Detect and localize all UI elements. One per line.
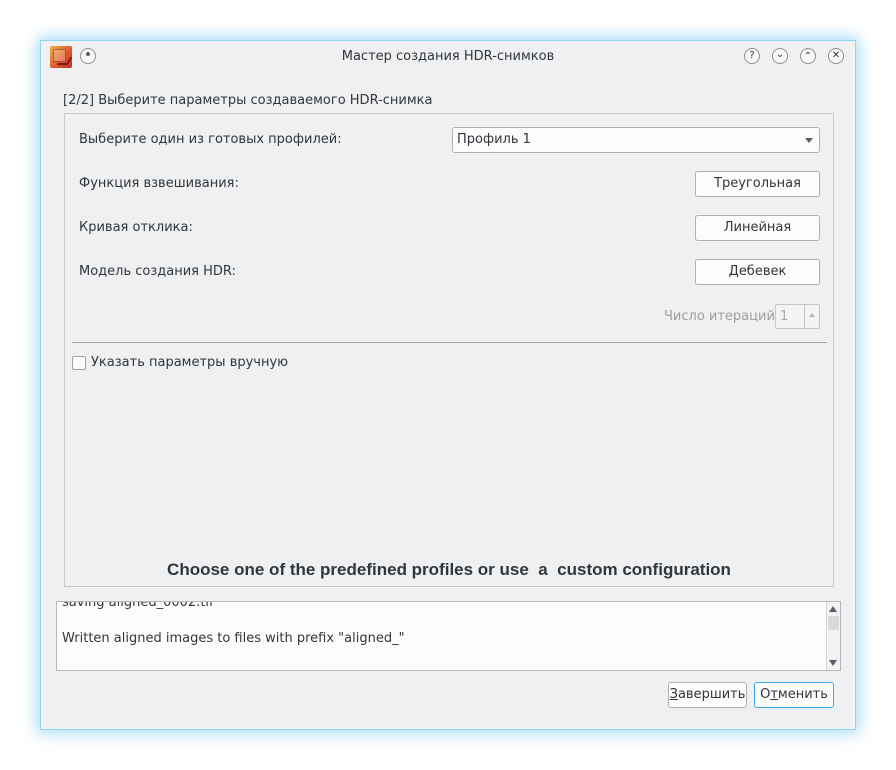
help-icon[interactable]: ?	[744, 48, 760, 64]
hdr-model-button[interactable]: Дебевек	[695, 259, 820, 285]
iterations-spinbox[interactable]: 1	[775, 304, 820, 329]
custom-config-label[interactable]: Указать параметры вручную	[91, 355, 288, 370]
profile-selected: Профиль 1	[457, 132, 531, 147]
settings-group: Выберите один из готовых профилей: Профи…	[64, 113, 834, 587]
cancel-mnemonic: т	[770, 687, 778, 702]
finish-button[interactable]: Завершить	[668, 682, 747, 708]
titlebar: Мастер создания HDR-снимков ? ⌄ ⌃ ✕	[41, 41, 855, 73]
chevron-down-icon	[805, 138, 813, 143]
log-output[interactable]: saving aligned_0002.tif Written aligned …	[56, 601, 841, 671]
profile-hint: Choose one of the predefined profiles or…	[167, 560, 731, 579]
close-icon[interactable]: ✕	[828, 48, 844, 64]
spin-up-icon[interactable]	[804, 305, 819, 328]
cancel-button[interactable]: Отменить	[754, 682, 834, 708]
separator	[72, 342, 827, 343]
log-scrollbar[interactable]	[826, 602, 840, 670]
log-line: saving aligned_0002.tif	[62, 601, 214, 610]
iterations-value: 1	[780, 309, 789, 324]
cancel-label-start: О	[760, 687, 771, 702]
maximize-icon[interactable]: ⌃	[800, 48, 816, 64]
finish-label: авершить	[677, 687, 746, 702]
window-title: Мастер создания HDR-снимков	[341, 49, 555, 64]
hdr-model-label: Модель создания HDR:	[79, 264, 236, 279]
minimize-icon[interactable]: ⌄	[772, 48, 788, 64]
response-curve-button[interactable]: Линейная	[695, 215, 820, 241]
log-line: Written aligned images to files with pre…	[62, 631, 405, 646]
hdr-wizard-window: Мастер создания HDR-снимков ? ⌄ ⌃ ✕ [2/2…	[40, 40, 856, 730]
scroll-down-icon[interactable]	[829, 660, 837, 666]
iterations-label: Число итераций:	[664, 309, 780, 324]
response-curve-label: Кривая отклика:	[79, 220, 193, 235]
profile-label: Выберите один из готовых профилей:	[79, 132, 342, 147]
cancel-label-end: менить	[777, 687, 828, 702]
custom-config-checkbox[interactable]	[72, 356, 86, 370]
finish-mnemonic: З	[669, 687, 678, 702]
scroll-up-icon[interactable]	[829, 606, 837, 612]
profile-combobox[interactable]: Профиль 1	[452, 127, 820, 153]
weighting-function-button[interactable]: Треугольная	[695, 171, 820, 197]
wizard-page-header: [2/2] Выберите параметры создаваемого HD…	[63, 93, 433, 108]
weighting-label: Функция взвешивания:	[79, 176, 239, 191]
scroll-thumb[interactable]	[828, 616, 839, 630]
